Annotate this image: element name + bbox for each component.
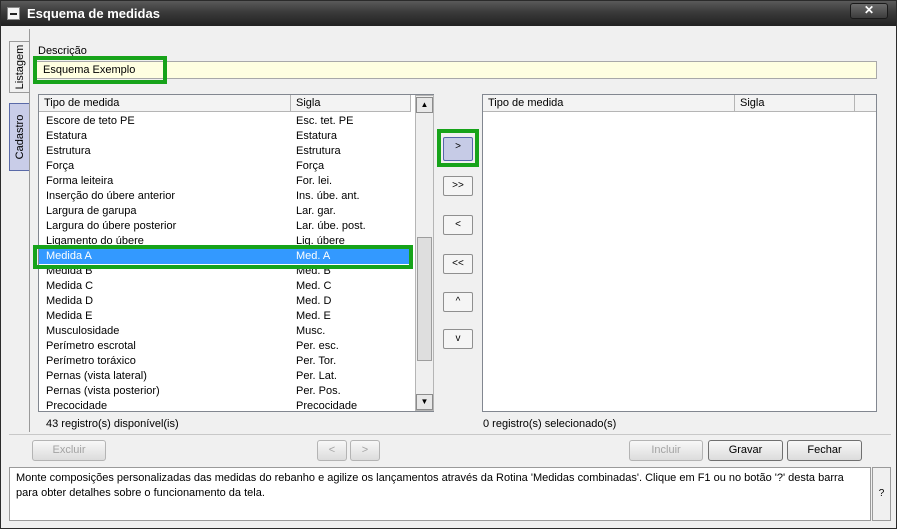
tab-listagem-label: Listagem [13, 44, 26, 90]
move-down-button[interactable]: v [443, 329, 473, 349]
selected-count: 0 registro(s) selecionado(s) [483, 418, 617, 430]
table-row[interactable]: Medida A Med. A [39, 249, 411, 264]
cell-sigla: Lar. gar. [296, 205, 336, 217]
window-title: Esquema de medidas [27, 6, 160, 21]
tab-listagem[interactable]: Listagem [9, 41, 29, 93]
table-row[interactable]: Precocidade Precocidade [39, 399, 411, 414]
table-row[interactable]: Inserção do úbere anterior Ins. úbe. ant. [39, 189, 411, 204]
descricao-input[interactable]: Esquema Exemplo [36, 61, 877, 79]
help-button[interactable]: ? [872, 467, 891, 521]
table-row[interactable]: Escore de teto PE Esc. tet. PE [39, 114, 411, 129]
cell-tipo-de-medida: Pernas (vista posterior) [46, 385, 160, 397]
remove-selected-button[interactable]: < [443, 215, 473, 235]
cell-sigla: Per. Lat. [296, 370, 337, 382]
cell-tipo-de-medida: Inserção do úbere anterior [46, 190, 176, 202]
cell-tipo-de-medida: Precocidade [46, 400, 108, 412]
cell-tipo-de-medida: Largura de garupa [46, 205, 137, 217]
cell-tipo-de-medida: Medida D [46, 295, 94, 307]
table-row[interactable]: Perímetro toráxico Per. Tor. [39, 354, 411, 369]
cell-sigla: Med. E [296, 310, 331, 322]
cell-tipo-de-medida: Ligamento do úbere [46, 235, 144, 247]
cell-tipo-de-medida: Largura do úbere posterior [46, 220, 177, 232]
grid-header: Tipo de medida Sigla [483, 95, 876, 112]
cell-sigla: For. lei. [296, 175, 333, 187]
table-row[interactable]: Ligamento do úbere Lig. úbere [39, 234, 411, 249]
table-row[interactable]: Medida B Med. B [39, 264, 411, 279]
available-count: 43 registro(s) disponível(is) [46, 418, 179, 430]
cell-tipo-de-medida: Pernas (vista lateral) [46, 370, 147, 382]
scroll-up-button[interactable]: ▲ [416, 97, 433, 113]
table-row[interactable]: Perímetro escrotal Per. esc. [39, 339, 411, 354]
cell-tipo-de-medida: Força [46, 160, 75, 172]
cell-sigla: Força [296, 160, 325, 172]
table-row[interactable]: Forma leiteira For. lei. [39, 174, 411, 189]
window: Esquema de medidas ✕ Listagem Cadastro D… [0, 0, 897, 529]
cell-tipo-de-medida: Estatura [46, 130, 87, 142]
cell-sigla: Musc. [296, 325, 326, 337]
cell-sigla: Estatura [296, 130, 337, 142]
column-sigla[interactable]: Sigla [735, 95, 855, 111]
table-row[interactable]: Medida D Med. D [39, 294, 411, 309]
cell-tipo-de-medida: Musculosidade [46, 325, 120, 337]
table-row[interactable]: Pernas (vista posterior) Per. Pos. [39, 384, 411, 399]
incluir-button[interactable]: Incluir [629, 440, 703, 461]
cell-sigla: Med. C [296, 280, 332, 292]
column-sigla[interactable]: Sigla [291, 95, 411, 111]
cell-sigla: Per. esc. [296, 340, 339, 352]
cell-sigla: Ins. úbe. ant. [296, 190, 360, 202]
move-up-button[interactable]: ^ [443, 292, 473, 312]
cell-sigla: Estrutura [296, 145, 341, 157]
title-bar: Esquema de medidas ✕ [1, 1, 896, 26]
table-row[interactable]: Musculosidade Musc. [39, 324, 411, 339]
column-tipo-de-medida[interactable]: Tipo de medida [39, 95, 291, 111]
remove-all-button[interactable]: << [443, 254, 473, 274]
available-measures-grid: Tipo de medida Sigla Escore de teto PE Es… [38, 94, 434, 412]
cell-tipo-de-medida: Medida C [46, 280, 94, 292]
cell-tipo-de-medida: Estrutura [46, 145, 91, 157]
tab-cadastro-label: Cadastro [13, 114, 26, 160]
column-tipo-de-medida[interactable]: Tipo de medida [483, 95, 735, 111]
table-row[interactable]: Estrutura Estrutura [39, 144, 411, 159]
cell-sigla: Lig. úbere [296, 235, 345, 247]
cell-sigla: Med. D [296, 295, 332, 307]
scroll-thumb[interactable] [417, 237, 432, 361]
cell-tipo-de-medida: Escore de teto PE [46, 115, 135, 127]
cell-sigla: Med. A [296, 250, 331, 262]
cell-tipo-de-medida: Medida A [46, 250, 92, 262]
cell-sigla: Esc. tet. PE [296, 115, 354, 127]
table-row[interactable]: Pernas (vista lateral) Per. Lat. [39, 369, 411, 384]
next-record-button[interactable]: > [350, 440, 380, 461]
cell-tipo-de-medida: Perímetro toráxico [46, 355, 136, 367]
window-menu-icon[interactable] [7, 7, 20, 20]
tab-cadastro[interactable]: Cadastro [9, 103, 29, 171]
cell-sigla: Per. Pos. [296, 385, 341, 397]
add-all-button[interactable]: >> [443, 176, 473, 196]
table-row[interactable]: Largura de garupa Lar. gar. [39, 204, 411, 219]
cell-sigla: Med. B [296, 265, 331, 277]
fechar-button[interactable]: Fechar [787, 440, 862, 461]
excluir-button[interactable]: Excluir [32, 440, 106, 461]
cell-sigla: Precocidade [296, 400, 358, 412]
table-row[interactable]: Medida C Med. C [39, 279, 411, 294]
grid-header: Tipo de medida Sigla [39, 95, 411, 112]
table-row[interactable]: Largura do úbere posterior Lar. úbe. post… [39, 219, 411, 234]
gravar-button[interactable]: Gravar [708, 440, 783, 461]
cell-tipo-de-medida: Forma leiteira [46, 175, 114, 187]
table-row[interactable]: Estatura Estatura [39, 129, 411, 144]
scroll-down-button[interactable]: ▼ [416, 394, 433, 410]
cell-tipo-de-medida: Medida B [46, 265, 93, 277]
table-row[interactable]: Força Força [39, 159, 411, 174]
info-message: Monte composições personalizadas das med… [9, 467, 871, 521]
add-selected-button[interactable]: > [443, 137, 473, 161]
selected-measures-grid: Tipo de medida Sigla [482, 94, 877, 412]
cell-tipo-de-medida: Medida E [46, 310, 93, 322]
descricao-label: Descrição [38, 45, 87, 57]
cell-sigla: Per. Tor. [296, 355, 337, 367]
cell-sigla: Lar. úbe. post. [296, 220, 366, 232]
cell-tipo-de-medida: Perímetro escrotal [46, 340, 136, 352]
close-button[interactable]: ✕ [850, 3, 888, 19]
table-row[interactable]: Medida E Med. E [39, 309, 411, 324]
previous-record-button[interactable]: < [317, 440, 347, 461]
vertical-scrollbar[interactable]: ▲ ▼ [415, 95, 434, 411]
